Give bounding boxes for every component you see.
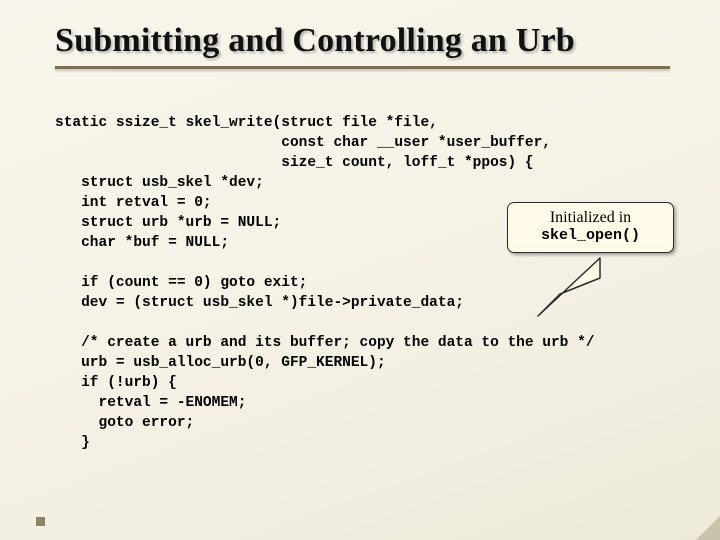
code-block-2: if (count == 0) goto exit; dev = (struct… <box>55 275 464 311</box>
code-block-1: static ssize_t skel_write(struct file *f… <box>55 115 551 251</box>
callout-text-2: skel_open() <box>518 227 663 244</box>
slide-title: Submitting and Controlling an Urb <box>55 22 680 60</box>
slide: Submitting and Controlling an Urb static… <box>0 0 720 540</box>
title-underline <box>55 66 670 69</box>
callout-text-1: Initialized in <box>518 209 663 227</box>
callout-pointer <box>520 256 610 326</box>
code-block-3: /* create a urb and its buffer; copy the… <box>55 335 595 451</box>
callout-box: Initialized in skel_open() <box>507 202 674 253</box>
footer-bullet-icon <box>36 517 45 526</box>
